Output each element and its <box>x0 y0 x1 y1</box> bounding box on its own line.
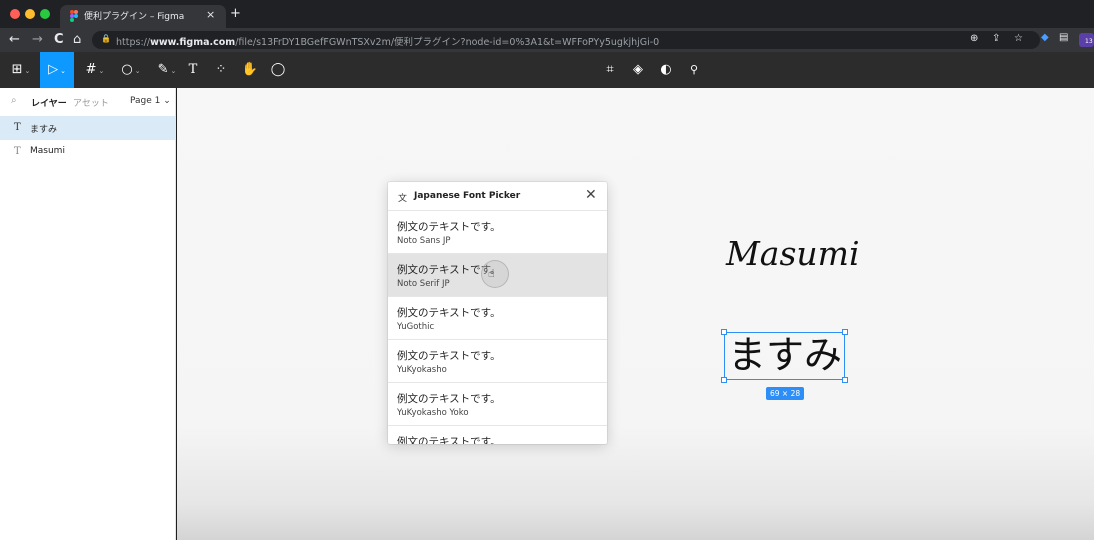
back-arrow-icon[interactable]: ← <box>9 31 20 49</box>
main-menu-button[interactable]: ⊞ ⌄ <box>4 52 38 88</box>
home-icon[interactable]: ⌂ <box>73 31 81 49</box>
extension-badge-count: 13 <box>1085 38 1093 45</box>
search-icon[interactable]: ⌕ <box>11 95 17 106</box>
resize-handle-bottom-right[interactable] <box>842 377 848 383</box>
plugin-title: Japanese Font Picker <box>414 191 521 201</box>
resize-handle-bottom-left[interactable] <box>721 377 727 383</box>
share-icon[interactable]: ⇪ <box>992 33 1000 44</box>
font-name: YuKyokasho Yoko <box>397 408 469 418</box>
hand-tool-button[interactable]: ✋ <box>238 52 262 88</box>
extension-icon[interactable]: ◆ <box>1041 32 1049 43</box>
resize-handle-top-left[interactable] <box>721 329 727 335</box>
font-option-yukyokasho[interactable]: 例文のテキストです。 YuKyokasho <box>388 340 607 383</box>
close-window-button[interactable] <box>10 9 20 19</box>
new-tab-button[interactable]: + <box>230 6 241 21</box>
japanese-character-icon: 文 <box>398 194 408 204</box>
panel-tabs: ⌕ レイヤー アセット Page 1 ⌄ <box>0 88 175 116</box>
frame-icon: # <box>85 62 97 77</box>
plugin-header: 文 Japanese Font Picker ✕ <box>388 182 607 211</box>
pen-icon: ✎ <box>157 62 169 77</box>
font-option-partial[interactable]: 例文のテキストです。 <box>388 426 607 444</box>
font-sample-text: 例文のテキストです。 <box>397 307 501 319</box>
mask-button[interactable]: ◐ <box>656 52 676 88</box>
hand-icon: ✋ <box>241 62 259 77</box>
font-name: Noto Sans JP <box>397 236 451 246</box>
pen-tool-button[interactable]: ✎ ⌄ <box>150 52 184 88</box>
instance-icon: ◈ <box>633 62 643 77</box>
browser-address-bar: ← → C ⌂ 🔒 https://www.figma.com/file/s13… <box>0 28 1094 52</box>
minimize-window-button[interactable] <box>25 9 35 19</box>
component-icon: ⌗ <box>606 62 614 77</box>
hand-pointer-icon: ☝ <box>488 267 495 280</box>
browser-tab-strip: 便利プラグイン – Figma × + <box>0 0 1094 28</box>
link-button[interactable]: ⚲ <box>684 52 704 88</box>
layers-panel: ⌕ レイヤー アセット Page 1 ⌄ T ますみ T Masumi <box>0 88 176 540</box>
resources-button[interactable]: ⁘ <box>210 52 232 88</box>
font-sample-text: 例文のテキストです。 <box>397 350 501 362</box>
zoom-icon[interactable]: ⊕ <box>970 33 978 44</box>
move-cursor-icon: ▷ <box>48 62 59 77</box>
shape-tool-button[interactable]: ○ ⌄ <box>114 52 148 88</box>
instance-button[interactable]: ◈ <box>628 52 648 88</box>
contrast-icon: ◐ <box>660 62 672 77</box>
text-layer-icon: T <box>14 146 21 157</box>
comment-tool-button[interactable]: ◯ <box>266 52 290 88</box>
selection-box[interactable] <box>724 332 845 380</box>
browser-tab-figma[interactable]: 便利プラグイン – Figma × <box>60 5 226 28</box>
maximize-window-button[interactable] <box>40 9 50 19</box>
font-option-yugothic[interactable]: 例文のテキストです。 YuGothic <box>388 297 607 340</box>
extension-badge-icon[interactable]: 13 <box>1079 33 1094 47</box>
frame-tool-button[interactable]: # ⌄ <box>78 52 112 88</box>
resize-handle-top-right[interactable] <box>842 329 848 335</box>
font-sample-text: 例文のテキストです。 <box>397 393 501 405</box>
tab-assets[interactable]: アセット <box>73 96 109 109</box>
ellipse-icon: ○ <box>121 62 133 77</box>
text-layer-icon: T <box>14 122 21 133</box>
layer-label: ますみ <box>30 125 58 135</box>
layer-row-masumi-jp[interactable]: T ますみ <box>0 116 175 140</box>
move-tool-button[interactable]: ▷ ⌄ <box>40 52 74 88</box>
reload-icon[interactable]: C <box>54 31 64 49</box>
figma-logo-icon <box>70 10 78 22</box>
url-text: https://www.figma.com/file/s13FrDY1BGefF… <box>116 37 660 48</box>
main-menu-icon: ⊞ <box>11 62 23 77</box>
lock-icon: 🔒 <box>101 34 111 43</box>
font-picker-plugin-window: 文 Japanese Font Picker ✕ 例文のテキストです。 Noto… <box>388 182 607 444</box>
text-tool-button[interactable]: T <box>182 52 204 88</box>
layer-row-masumi-latin[interactable]: T Masumi <box>0 140 175 164</box>
resources-icon: ⁘ <box>215 62 227 77</box>
font-name: Noto Serif JP <box>397 279 450 289</box>
text-icon: T <box>188 62 198 77</box>
tab-search-icon[interactable]: ▤ <box>1059 32 1068 43</box>
close-tab-icon[interactable]: × <box>206 8 215 21</box>
tab-title: 便利プラグイン – Figma <box>84 12 185 22</box>
page-selector[interactable]: Page 1 ⌄ <box>130 96 171 106</box>
font-name: YuKyokasho <box>397 365 447 375</box>
font-option-noto-sans-jp[interactable]: 例文のテキストです。 Noto Sans JP <box>388 211 607 254</box>
create-component-button[interactable]: ⌗ <box>600 52 620 88</box>
font-option-noto-serif-jp[interactable]: 例文のテキストです。 Noto Serif JP ☝ <box>388 254 607 297</box>
text-layer-masumi-latin[interactable]: Masumi <box>726 234 860 273</box>
font-name: YuGothic <box>397 322 435 332</box>
comment-icon: ◯ <box>270 62 286 77</box>
font-option-yukyokasho-yoko[interactable]: 例文のテキストです。 YuKyokasho Yoko <box>388 383 607 426</box>
url-input[interactable]: 🔒 https://www.figma.com/file/s13FrDY1BGe… <box>92 31 1040 49</box>
close-icon[interactable]: ✕ <box>585 187 597 203</box>
dimension-badge: 69 × 28 <box>766 387 805 400</box>
layer-label: Masumi <box>30 146 65 156</box>
font-sample-text: 例文のテキストです。 <box>397 436 501 444</box>
link-icon: ⚲ <box>689 63 699 76</box>
tab-layers[interactable]: レイヤー <box>31 96 67 109</box>
figma-toolbar: ⊞ ⌄ ▷ ⌄ # ⌄ ○ ⌄ ✎ ⌄ T ⁘ ✋ ◯ ⌗ ◈ ◐ ⚲ <box>0 52 1094 88</box>
bookmark-star-icon[interactable]: ☆ <box>1014 33 1023 44</box>
forward-arrow-icon[interactable]: → <box>32 31 43 49</box>
click-indicator <box>481 260 509 288</box>
font-sample-text: 例文のテキストです。 <box>397 221 501 233</box>
design-canvas[interactable]: 文 Japanese Font Picker ✕ 例文のテキストです。 Noto… <box>177 88 1094 540</box>
